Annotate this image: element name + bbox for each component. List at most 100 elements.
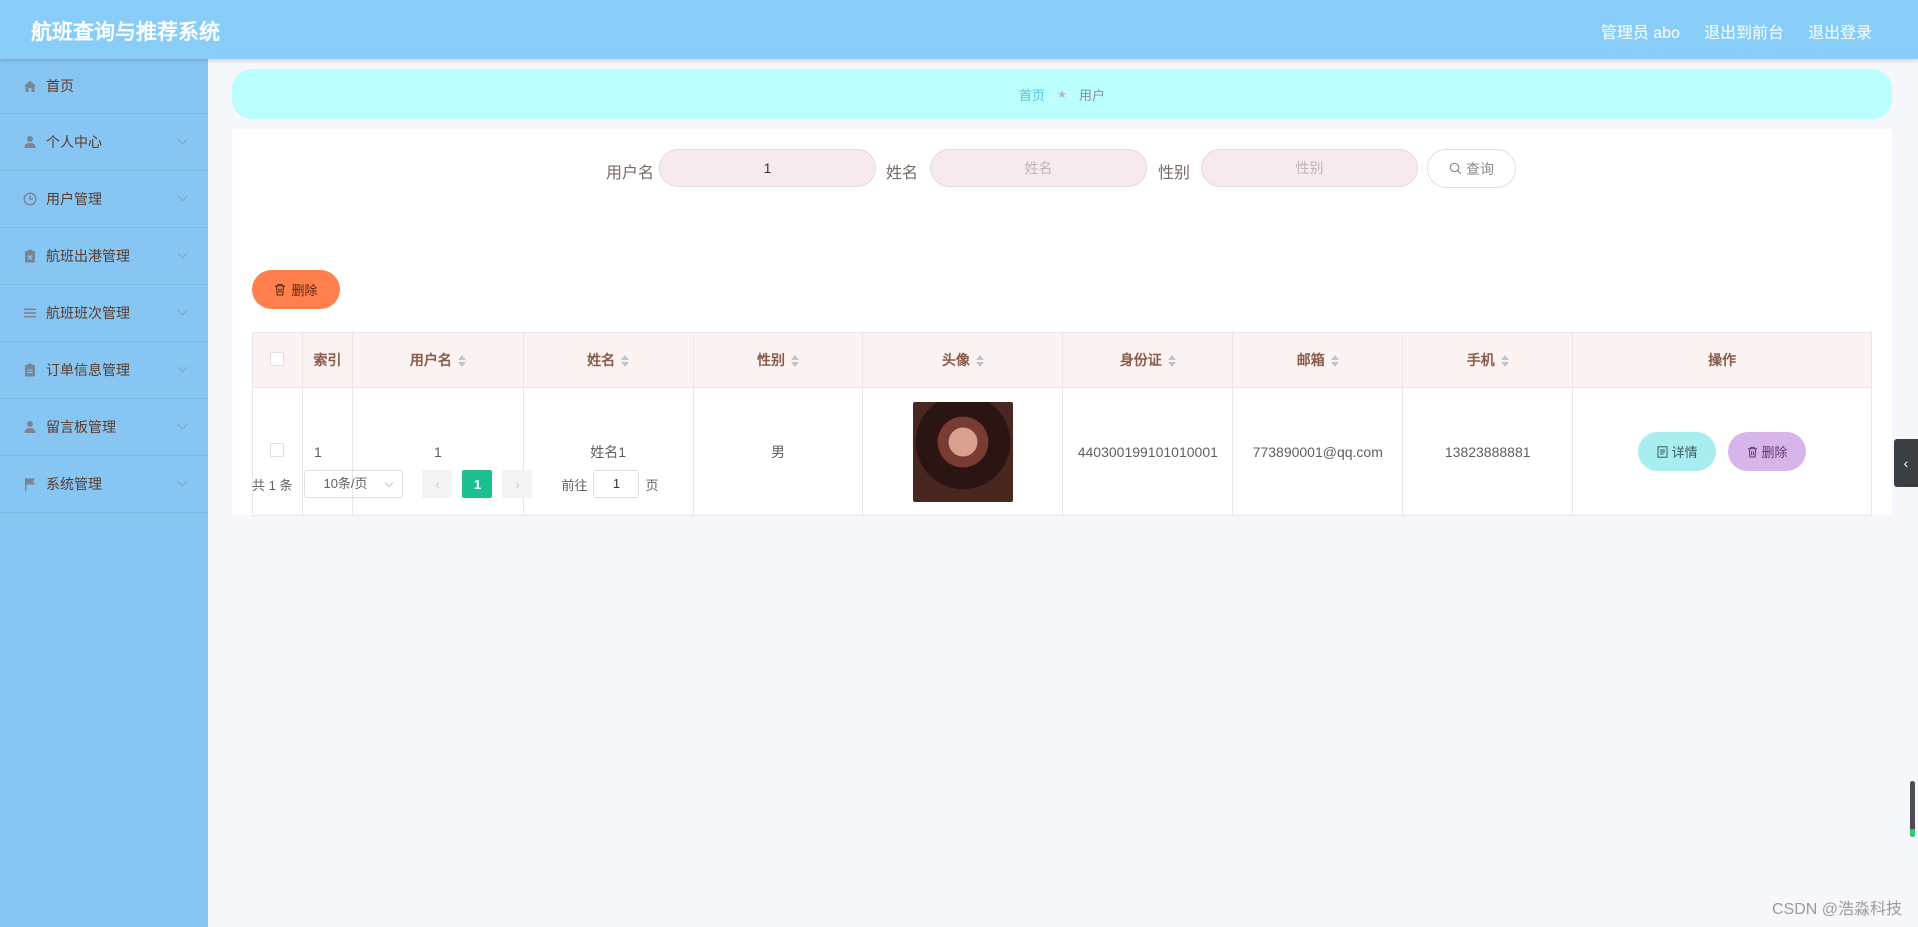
breadcrumb-current: 用户 <box>1078 87 1105 103</box>
chevron-left-icon: ‹ <box>1903 455 1909 471</box>
col-phone[interactable]: 手机 <box>1402 332 1574 388</box>
sidebar-item-label: 航班出港管理 <box>46 248 130 264</box>
col-gender[interactable]: 性别 <box>692 332 864 388</box>
flag-icon <box>22 476 38 492</box>
col-ops: 操作 <box>1572 332 1872 388</box>
sidebar-item-label: 订单信息管理 <box>46 362 130 378</box>
gender-label: 性别 <box>1158 165 1191 182</box>
delete-label: 删除 <box>291 283 318 298</box>
sidebar-item-label: 航班班次管理 <box>46 305 130 321</box>
detail-button[interactable]: 详情 <box>1638 432 1717 471</box>
breadcrumb: 首页 ★ 用户 <box>232 69 1892 119</box>
top-bar: 航班查询与推荐系统 管理员 abo 退出到前台 退出登录 <box>0 0 1918 59</box>
col-idcard-label: 身份证 <box>1119 352 1162 368</box>
col-phone-label: 手机 <box>1466 352 1495 368</box>
col-avatar[interactable]: 头像 <box>862 332 1064 388</box>
sidebar-item-home[interactable]: 首页 <box>0 59 208 114</box>
clipboard-x-icon <box>22 248 38 264</box>
col-username[interactable]: 用户名 <box>351 332 524 388</box>
header-links: 管理员 abo 退出到前台 退出登录 <box>1601 19 1872 43</box>
col-idcard[interactable]: 身份证 <box>1062 332 1234 388</box>
sidebar-item-label: 系统管理 <box>46 476 102 492</box>
goto-suffix: 页 <box>645 477 659 493</box>
sort-icon[interactable] <box>621 355 630 368</box>
sort-icon[interactable] <box>457 355 466 368</box>
page-size-select[interactable]: 10条/页 <box>304 470 404 498</box>
gender-input[interactable]: 性别 <box>1201 149 1418 187</box>
select-all-header <box>252 332 303 388</box>
sidebar-item-personal[interactable]: 个人中心 <box>0 114 208 171</box>
logout-link[interactable]: 退出登录 <box>1808 19 1872 43</box>
sidebar-item-label: 留言板管理 <box>46 419 116 435</box>
row-delete-label: 删除 <box>1761 445 1788 460</box>
cell-phone: 13823888881 <box>1402 387 1574 516</box>
goto-page-input[interactable]: 1 <box>593 470 640 498</box>
list-icon <box>22 305 38 321</box>
username-label: 用户名 <box>606 165 655 182</box>
sidebar-item-orders[interactable]: 订单信息管理 <box>0 342 208 399</box>
detail-label: 详情 <box>1671 445 1698 460</box>
sort-icon[interactable] <box>791 355 800 368</box>
goto-page: 前往 1 页 <box>561 470 659 498</box>
sidebar-item-system[interactable]: 系统管理 <box>0 456 208 513</box>
next-page-button[interactable]: › <box>502 470 533 498</box>
col-name[interactable]: 姓名 <box>522 332 694 388</box>
home-icon <box>22 78 38 94</box>
chevron-down-icon <box>177 476 188 487</box>
to-front-link[interactable]: 退出到前台 <box>1704 19 1784 43</box>
chevron-down-icon <box>177 134 188 145</box>
sort-icon[interactable] <box>1330 355 1339 368</box>
sidebar-item-users[interactable]: 用户管理 <box>0 171 208 228</box>
chevron-down-icon <box>177 305 188 316</box>
col-email[interactable]: 邮箱 <box>1232 332 1404 388</box>
main-content: 首页 ★ 用户 用户名 1 姓名 姓名 性别 性别 查询 删除 索引 用户名 姓… <box>208 59 1918 927</box>
sidebar-item-messages[interactable]: 留言板管理 <box>0 399 208 456</box>
sidebar-item-departures[interactable]: 航班出港管理 <box>0 228 208 285</box>
clipboard-icon <box>22 362 38 378</box>
sidebar: 首页 个人中心 用户管理 航班出港管理 航班班次管理 订单信息管理 留言板管理 … <box>0 59 208 927</box>
search-icon <box>1449 162 1462 175</box>
chevron-left-icon: ‹ <box>435 476 440 492</box>
prev-page-button[interactable]: ‹ <box>422 470 453 498</box>
page-button-current[interactable]: 1 <box>462 470 493 498</box>
row-delete-button[interactable]: 删除 <box>1728 432 1807 471</box>
col-ops-label: 操作 <box>1708 352 1737 368</box>
name-input[interactable]: 姓名 <box>930 149 1147 187</box>
sort-icon[interactable] <box>975 355 984 368</box>
avatar[interactable] <box>912 401 1013 502</box>
user-icon <box>22 419 38 435</box>
table-header-row: 索引 用户名 姓名 性别 头像 身份证 邮箱 手机 操作 <box>252 332 1872 388</box>
collapse-side-tab[interactable]: ‹ <box>1894 439 1918 487</box>
cell-email: 773890001@qq.com <box>1232 387 1404 516</box>
goto-prefix: 前往 <box>561 477 588 493</box>
batch-delete-button[interactable]: 删除 <box>252 270 340 309</box>
cell-gender: 男 <box>692 387 864 516</box>
sort-icon[interactable] <box>1167 355 1176 368</box>
sidebar-item-label: 首页 <box>46 78 74 94</box>
col-index-label: 索引 <box>313 352 342 368</box>
user-icon <box>22 134 38 150</box>
username-input[interactable]: 1 <box>659 149 876 187</box>
col-gender-label: 性别 <box>757 352 786 368</box>
scrollbar-thumb[interactable] <box>1910 781 1915 837</box>
chevron-right-icon: › <box>515 476 520 492</box>
trash-icon <box>275 283 286 296</box>
query-label: 查询 <box>1466 160 1494 177</box>
col-index: 索引 <box>301 332 353 388</box>
breadcrumb-home[interactable]: 首页 <box>1019 85 1045 104</box>
sidebar-item-schedules[interactable]: 航班班次管理 <box>0 285 208 342</box>
query-button[interactable]: 查询 <box>1427 149 1516 188</box>
watermark: CSDN @浩淼科技 <box>1771 901 1902 918</box>
select-all-checkbox[interactable] <box>270 351 285 366</box>
sidebar-item-label: 个人中心 <box>46 134 102 150</box>
row-checkbox[interactable] <box>270 443 285 457</box>
cell-ops: 详情 删除 <box>1572 387 1872 516</box>
chevron-down-icon <box>177 419 188 430</box>
sort-icon[interactable] <box>1500 355 1509 368</box>
chevron-down-icon <box>177 191 188 202</box>
chevron-down-icon <box>177 362 188 373</box>
document-icon <box>1657 445 1668 458</box>
sidebar-item-label: 用户管理 <box>46 191 102 207</box>
pagination-total: 共 1 条 <box>252 477 293 493</box>
star-icon: ★ <box>1057 88 1067 101</box>
